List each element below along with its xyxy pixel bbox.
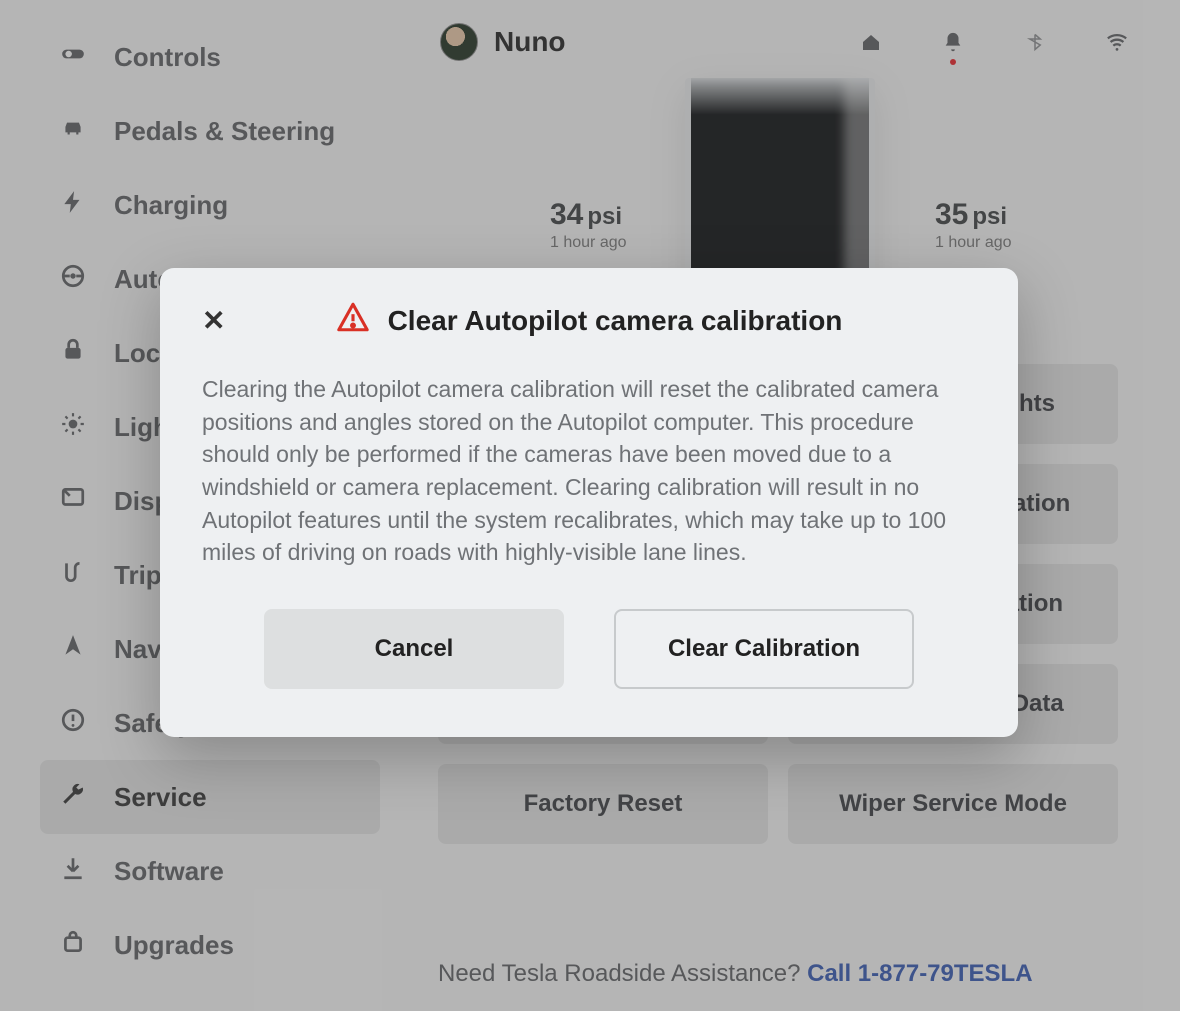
modal-title: Clear Autopilot camera calibration	[388, 305, 843, 337]
clear-calibration-button[interactable]: Clear Calibration	[614, 609, 914, 689]
button-label: Cancel	[375, 635, 454, 663]
warning-triangle-icon	[336, 300, 370, 341]
button-label: Clear Calibration	[668, 635, 860, 663]
close-icon[interactable]: ✕	[202, 304, 238, 337]
clear-calibration-modal: ✕ Clear Autopilot camera calibration Cle…	[160, 268, 1018, 737]
modal-body-text: Clearing the Autopilot camera calibratio…	[202, 373, 976, 569]
cancel-button[interactable]: Cancel	[264, 609, 564, 689]
